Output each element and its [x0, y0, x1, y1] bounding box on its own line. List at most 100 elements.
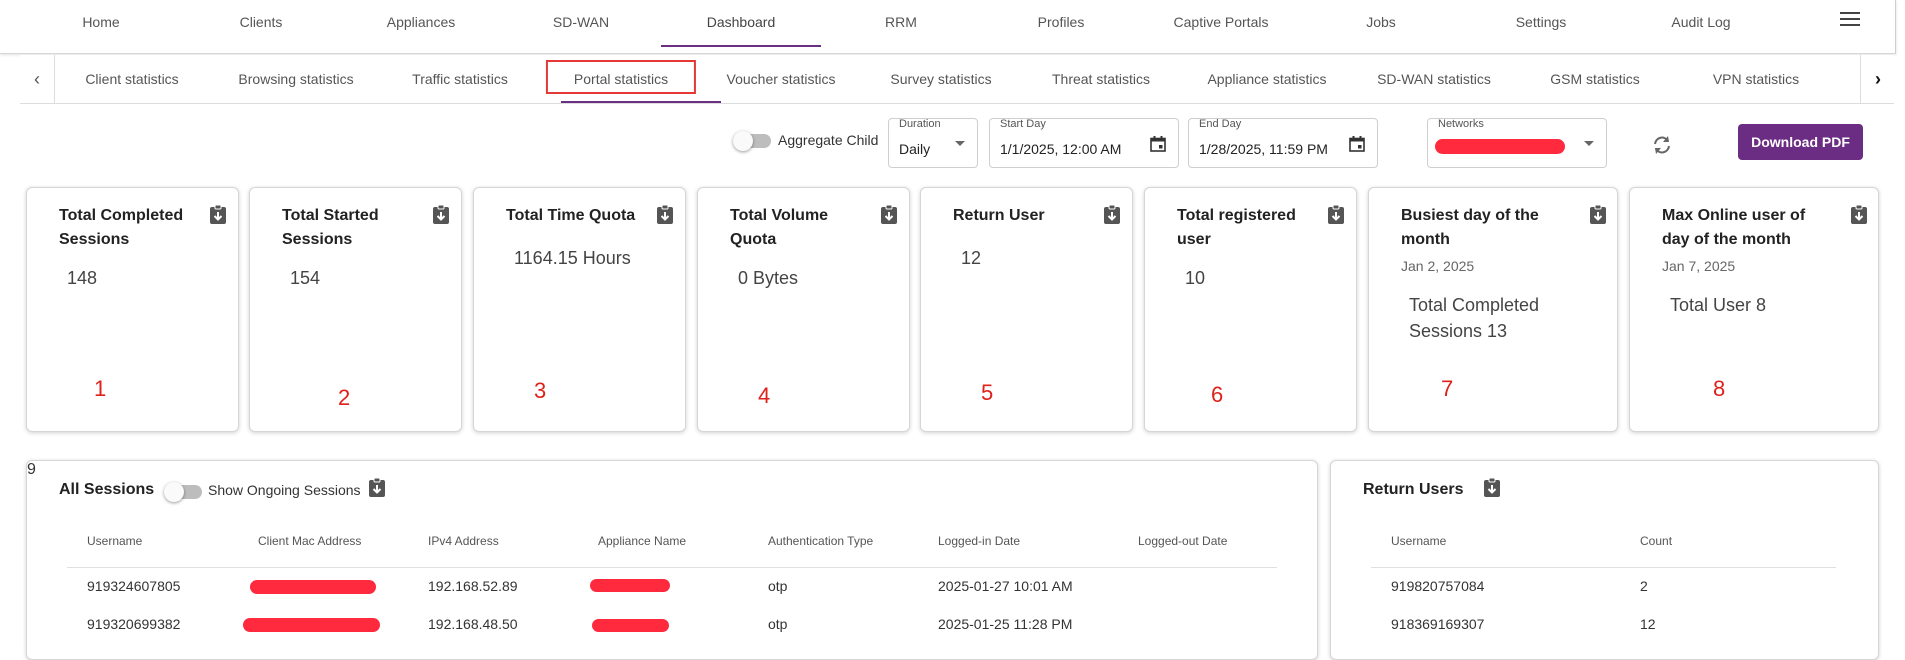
card-title: Return User	[953, 207, 1045, 224]
annotation-number: 5	[981, 380, 994, 405]
tab-vpn-statistics[interactable]: VPN statistics	[1713, 55, 1799, 103]
clipboard-download-icon[interactable]	[1327, 204, 1345, 224]
stat-card-started-sessions: Total Started Sessions 154 2	[249, 187, 462, 432]
nav-rrm[interactable]: RRM	[885, 0, 917, 45]
download-pdf-button[interactable]: Download PDF	[1738, 124, 1863, 160]
column-header-logged-in[interactable]: Logged-in Date	[938, 534, 1020, 548]
card-title: Max Online user of day of the month	[1662, 207, 1806, 248]
duration-select[interactable]: Duration Daily	[888, 118, 978, 168]
end-day-field[interactable]: End Day 1/28/2025, 11:59 PM	[1188, 118, 1378, 168]
column-header-username[interactable]: Username	[87, 534, 142, 548]
table-header-divider	[1371, 567, 1836, 568]
clipboard-download-icon[interactable]	[1850, 204, 1868, 224]
tab-survey-statistics[interactable]: Survey statistics	[890, 55, 991, 103]
start-day-field[interactable]: Start Day 1/1/2025, 12:00 AM	[989, 118, 1179, 168]
card-value: 12	[961, 248, 982, 268]
card-value: 148	[67, 268, 98, 288]
menu-icon[interactable]	[1840, 12, 1860, 28]
tab-voucher-statistics[interactable]: Voucher statistics	[727, 55, 836, 103]
refresh-icon[interactable]	[1650, 133, 1674, 157]
card-title: Total Volume Quota	[730, 207, 829, 248]
tab-browsing-statistics[interactable]: Browsing statistics	[238, 55, 353, 103]
calendar-icon[interactable]	[1349, 136, 1365, 152]
redacted-mac	[250, 580, 376, 594]
cell-username: 918369169307	[1391, 616, 1485, 632]
stat-card-volume-quota: Total Volume Quota 0 Bytes 4	[697, 187, 910, 432]
clipboard-download-icon[interactable]	[656, 204, 674, 224]
nav-home[interactable]: Home	[82, 0, 119, 45]
card-value: 0 Bytes	[738, 268, 799, 288]
nav-dashboard[interactable]: Dashboard	[661, 0, 821, 47]
card-title: Total registered user	[1177, 207, 1296, 248]
column-header-ipv4[interactable]: IPv4 Address	[428, 534, 499, 548]
redacted-network-value	[1435, 139, 1565, 154]
clipboard-download-icon[interactable]	[1589, 204, 1607, 224]
aggregate-child-toggle[interactable]	[733, 131, 771, 151]
show-ongoing-sessions-toggle[interactable]	[164, 482, 202, 502]
return-users-title: Return Users	[1363, 481, 1464, 498]
start-day-value: 1/1/2025, 12:00 AM	[1000, 141, 1122, 157]
redacted-appliance	[590, 579, 670, 592]
scroll-right-icon[interactable]: ›	[1860, 55, 1895, 103]
cell-auth-type: otp	[768, 616, 788, 632]
tab-gsm-statistics[interactable]: GSM statistics	[1550, 55, 1639, 103]
stat-card-registered-user: Total registered user 10 6	[1144, 187, 1357, 432]
all-sessions-title: All Sessions	[59, 481, 155, 498]
nav-profiles[interactable]: Profiles	[1038, 0, 1085, 45]
card-value: Total User 8	[1670, 295, 1767, 315]
nav-audit-log[interactable]: Audit Log	[1671, 0, 1730, 45]
column-header-appliance[interactable]: Appliance Name	[598, 534, 686, 548]
card-value: 1164.15 Hours	[514, 248, 631, 268]
nav-clients[interactable]: Clients	[240, 0, 283, 45]
cell-logged-in: 2025-01-25 11:28 PM	[938, 616, 1073, 632]
networks-label: Networks	[1438, 118, 1484, 130]
clipboard-download-icon[interactable]	[368, 477, 386, 497]
tab-threat-statistics[interactable]: Threat statistics	[1052, 55, 1150, 103]
cell-logged-in: 2025-01-27 10:01 AM	[938, 578, 1073, 594]
nav-appliances[interactable]: Appliances	[387, 0, 456, 45]
duration-label: Duration	[899, 118, 941, 130]
tab-client-statistics[interactable]: Client statistics	[85, 55, 178, 103]
column-header-username[interactable]: Username	[1391, 534, 1446, 548]
all-sessions-panel: All Sessions Show Ongoing Sessions 9 Use…	[26, 460, 1318, 660]
nav-settings[interactable]: Settings	[1516, 0, 1567, 45]
redacted-mac	[243, 618, 380, 632]
cell-count: 12	[1640, 616, 1656, 632]
clipboard-download-icon[interactable]	[432, 204, 450, 224]
clipboard-download-icon[interactable]	[880, 204, 898, 224]
card-title: Total Started Sessions	[282, 207, 379, 248]
card-value: 10	[1185, 268, 1206, 288]
networks-select[interactable]: Networks	[1427, 118, 1607, 168]
annotation-number: 6	[1211, 382, 1224, 407]
column-header-mac[interactable]: Client Mac Address	[258, 534, 361, 548]
stat-card-time-quota: Total Time Quota 1164.15 Hours 3	[473, 187, 686, 432]
clipboard-download-icon[interactable]	[1483, 477, 1501, 497]
card-value: Total Completed Sessions 13	[1409, 295, 1540, 341]
stat-card-return-user: Return User 12 5	[920, 187, 1133, 432]
cell-username: 919324607805	[87, 578, 181, 594]
column-header-auth-type[interactable]: Authentication Type	[768, 534, 873, 548]
cell-username: 919320699382	[87, 616, 181, 632]
clipboard-download-icon[interactable]	[209, 204, 227, 224]
clipboard-download-icon[interactable]	[1103, 204, 1121, 224]
tab-appliance-statistics[interactable]: Appliance statistics	[1207, 55, 1326, 103]
nav-jobs[interactable]: Jobs	[1366, 0, 1396, 45]
stat-card-busiest-day: Busiest day of the month Jan 2, 2025 Tot…	[1368, 187, 1618, 432]
nav-captive-portals[interactable]: Captive Portals	[1174, 0, 1269, 45]
column-header-count[interactable]: Count	[1640, 534, 1672, 548]
duration-value: Daily	[899, 141, 931, 157]
nav-sdwan[interactable]: SD-WAN	[553, 0, 609, 45]
tab-portal-statistics[interactable]: Portal statistics	[545, 60, 697, 94]
annotation-number: 9	[27, 461, 36, 478]
statistics-tabs: ‹ Client statistics Browsing statistics …	[20, 55, 1894, 104]
tab-traffic-statistics[interactable]: Traffic statistics	[412, 55, 508, 103]
column-header-logged-out[interactable]: Logged-out Date	[1138, 534, 1227, 548]
annotation-number: 2	[338, 385, 351, 410]
card-title: Total Completed Sessions	[59, 207, 184, 248]
calendar-icon[interactable]	[1150, 136, 1166, 152]
chevron-down-icon	[955, 141, 965, 146]
tab-sdwan-statistics[interactable]: SD-WAN statistics	[1377, 55, 1491, 103]
show-ongoing-sessions-label: Show Ongoing Sessions	[208, 482, 361, 498]
scroll-left-icon[interactable]: ‹	[20, 55, 55, 103]
cell-count: 2	[1640, 578, 1648, 594]
